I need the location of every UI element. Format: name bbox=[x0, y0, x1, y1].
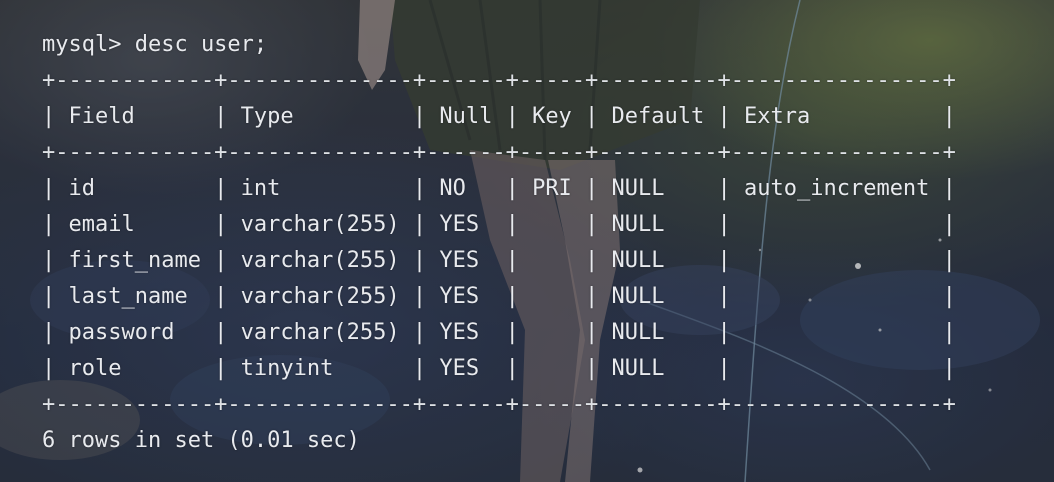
table-row: | last_name | varchar(255) | YES | | NUL… bbox=[42, 284, 956, 309]
result-summary: 6 rows in set (0.01 sec) bbox=[42, 428, 360, 453]
table-separator-top: +------------+--------------+------+----… bbox=[42, 68, 956, 93]
table-row: | email | varchar(255) | YES | | NULL | … bbox=[42, 212, 956, 237]
terminal-output: mysql> desc user; +------------+---------… bbox=[42, 27, 956, 459]
command-prompt-line: mysql> desc user; bbox=[42, 32, 268, 57]
table-separator-header: +------------+--------------+------+----… bbox=[42, 140, 956, 165]
table-row: | id | int | NO | PRI | NULL | auto_incr… bbox=[42, 176, 956, 201]
table-row: | role | tinyint | YES | | NULL | | bbox=[42, 356, 956, 381]
table-row: | password | varchar(255) | YES | | NULL… bbox=[42, 320, 956, 345]
table-separator-bottom: +------------+--------------+------+----… bbox=[42, 392, 956, 417]
table-row: | first_name | varchar(255) | YES | | NU… bbox=[42, 248, 956, 273]
table-header-row: | Field | Type | Null | Key | Default | … bbox=[42, 104, 956, 129]
